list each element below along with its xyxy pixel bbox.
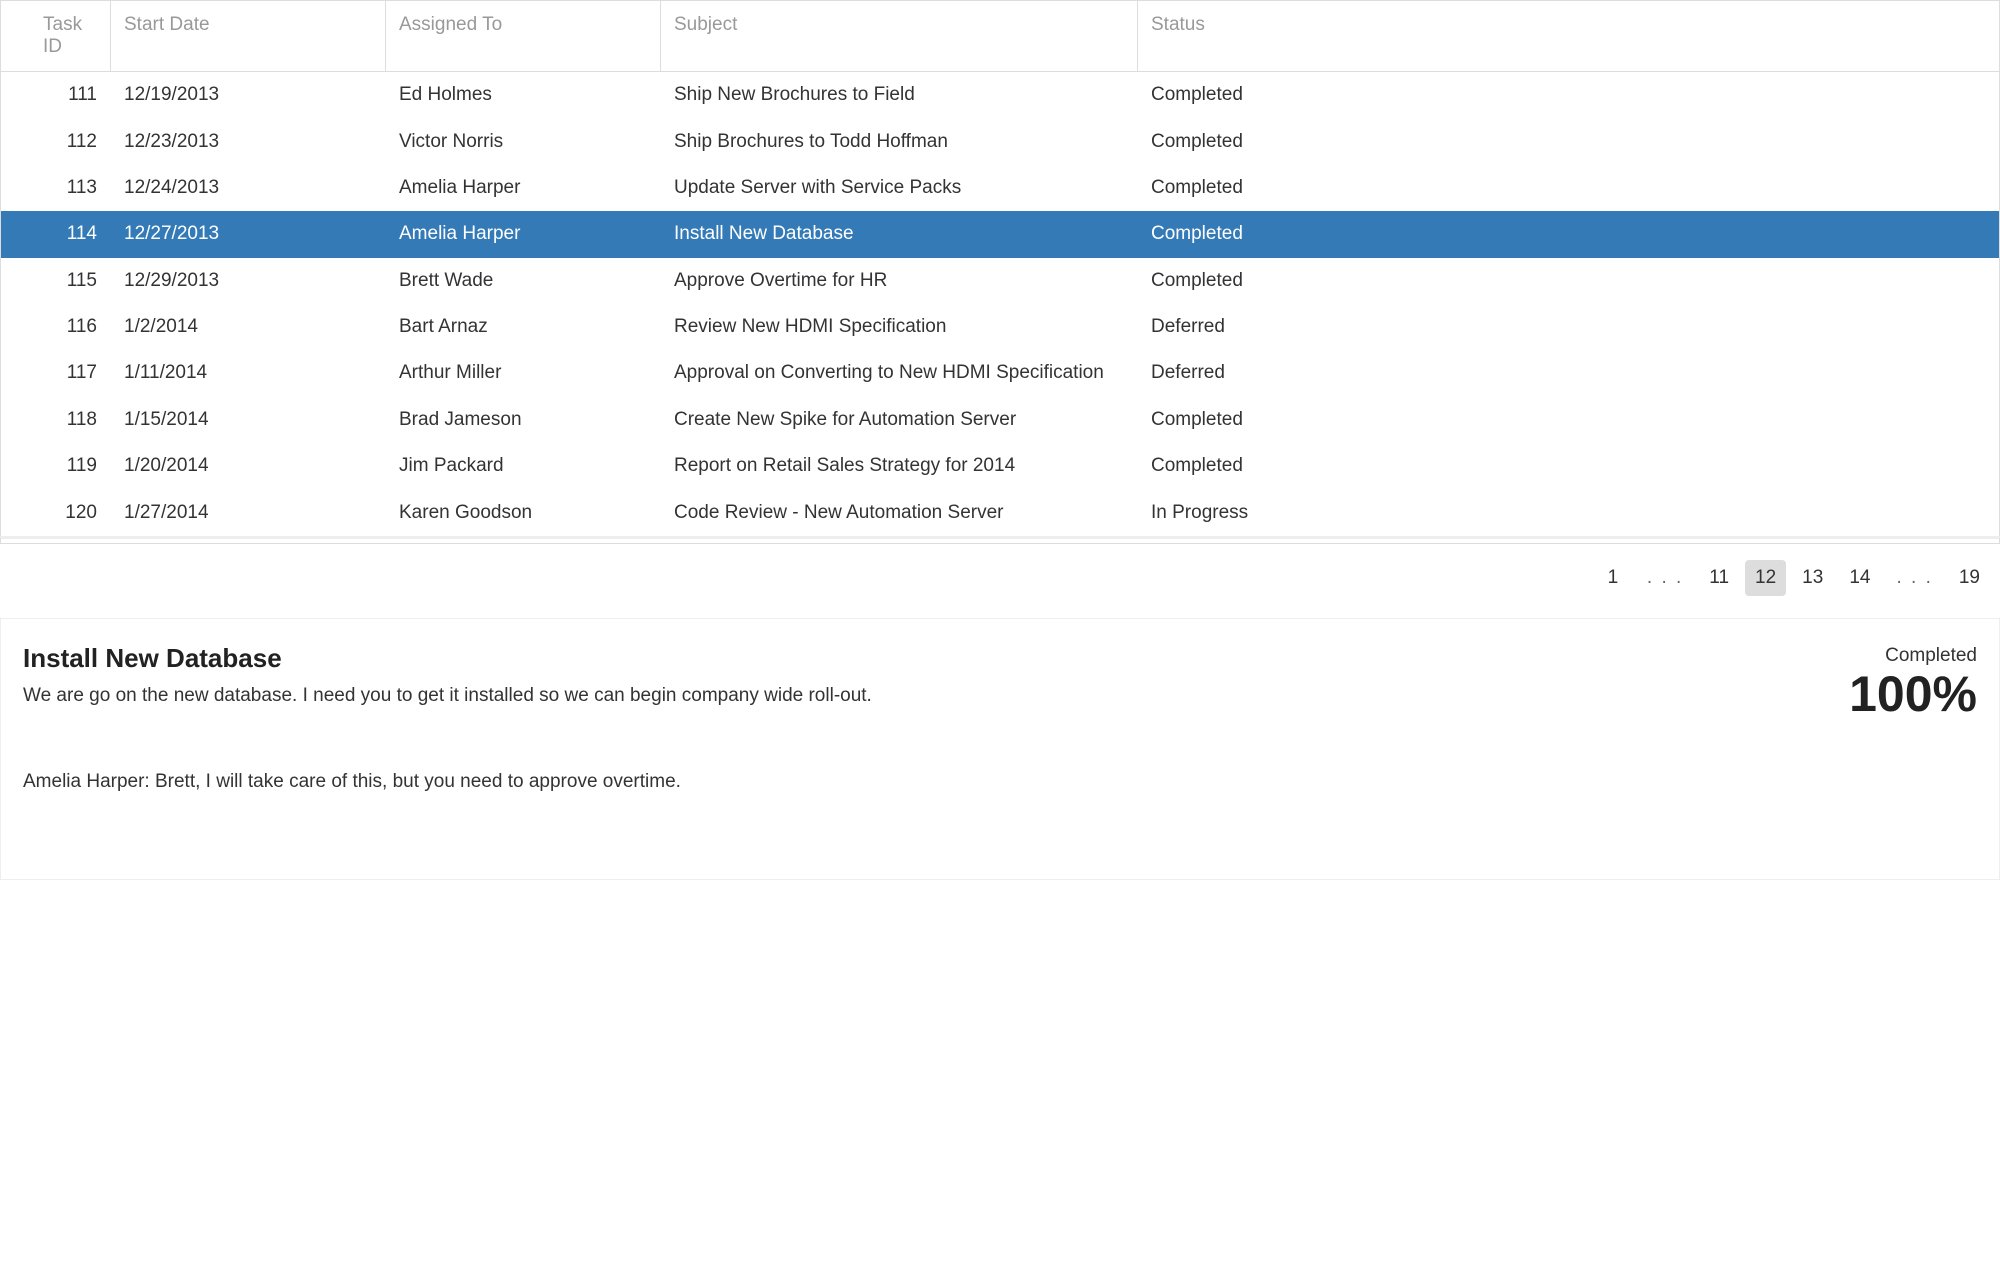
pager-page[interactable]: 11 — [1699, 560, 1739, 596]
cell-subject: Report on Retail Sales Strategy for 2014 — [661, 443, 1138, 489]
task-detail-panel: Install New Database We are go on the ne… — [0, 618, 2000, 880]
grid-footer-bar — [0, 536, 2000, 544]
cell-subject: Approval on Converting to New HDMI Speci… — [661, 350, 1138, 396]
cell-task-id: 112 — [1, 118, 111, 164]
cell-task-id: 114 — [1, 211, 111, 257]
cell-task-id: 115 — [1, 258, 111, 304]
pager-ellipsis: . . . — [1886, 560, 1942, 596]
cell-subject: Ship New Brochures to Field — [661, 72, 1138, 118]
cell-subject: Update Server with Service Packs — [661, 165, 1138, 211]
cell-start-date: 12/24/2013 — [111, 165, 386, 211]
cell-start-date: 1/15/2014 — [111, 397, 386, 443]
cell-status: Deferred — [1138, 304, 1366, 350]
table-row[interactable]: 11512/29/2013Brett WadeApprove Overtime … — [1, 258, 1999, 304]
cell-task-id: 117 — [1, 350, 111, 396]
cell-assigned-to: Brett Wade — [386, 258, 661, 304]
cell-start-date: 12/27/2013 — [111, 211, 386, 257]
cell-status: Completed — [1138, 443, 1366, 489]
cell-assigned-to: Bart Arnaz — [386, 304, 661, 350]
cell-assigned-to: Ed Holmes — [386, 72, 661, 118]
detail-description: We are go on the new database. I need yo… — [23, 682, 872, 711]
cell-status: Deferred — [1138, 350, 1366, 396]
pager-ellipsis: . . . — [1637, 560, 1693, 596]
cell-subject: Approve Overtime for HR — [661, 258, 1138, 304]
table-row[interactable]: 1161/2/2014Bart ArnazReview New HDMI Spe… — [1, 304, 1999, 350]
table-row[interactable]: 1201/27/2014Karen GoodsonCode Review - N… — [1, 489, 1999, 535]
cell-status: Completed — [1138, 258, 1366, 304]
cell-assigned-to: Amelia Harper — [386, 211, 661, 257]
cell-status: In Progress — [1138, 489, 1366, 535]
detail-progress: 100% — [1849, 667, 1977, 722]
pager-page[interactable]: 1 — [1595, 560, 1631, 596]
cell-subject: Create New Spike for Automation Server — [661, 397, 1138, 443]
grid-header: Task ID Start Date Assigned To Subject S… — [1, 1, 1999, 72]
table-row[interactable]: 11112/19/2013Ed HolmesShip New Brochures… — [1, 72, 1999, 118]
cell-start-date: 1/27/2014 — [111, 489, 386, 535]
cell-start-date: 1/2/2014 — [111, 304, 386, 350]
cell-assigned-to: Jim Packard — [386, 443, 661, 489]
table-row[interactable]: 1181/15/2014Brad JamesonCreate New Spike… — [1, 397, 1999, 443]
cell-task-id: 119 — [1, 443, 111, 489]
table-row[interactable]: 1171/11/2014Arthur MillerApproval on Con… — [1, 350, 1999, 396]
column-header-start-date[interactable]: Start Date — [111, 1, 386, 71]
cell-task-id: 118 — [1, 397, 111, 443]
table-row[interactable]: 11212/23/2013Victor NorrisShip Brochures… — [1, 118, 1999, 164]
detail-left: Install New Database We are go on the ne… — [23, 643, 872, 797]
column-header-status[interactable]: Status — [1138, 1, 1366, 71]
cell-subject: Install New Database — [661, 211, 1138, 257]
cell-assigned-to: Amelia Harper — [386, 165, 661, 211]
cell-task-id: 120 — [1, 489, 111, 535]
cell-subject: Ship Brochures to Todd Hoffman — [661, 118, 1138, 164]
cell-status: Completed — [1138, 118, 1366, 164]
cell-status: Completed — [1138, 72, 1366, 118]
cell-subject: Code Review - New Automation Server — [661, 489, 1138, 535]
cell-task-id: 113 — [1, 165, 111, 211]
detail-title: Install New Database — [23, 643, 872, 674]
cell-start-date: 12/29/2013 — [111, 258, 386, 304]
cell-status: Completed — [1138, 165, 1366, 211]
detail-notes: Amelia Harper: Brett, I will take care o… — [23, 768, 872, 797]
cell-assigned-to: Victor Norris — [386, 118, 661, 164]
table-row[interactable]: 1191/20/2014Jim PackardReport on Retail … — [1, 443, 1999, 489]
detail-status: Completed — [1849, 645, 1977, 667]
task-grid: Task ID Start Date Assigned To Subject S… — [0, 0, 2000, 536]
cell-assigned-to: Brad Jameson — [386, 397, 661, 443]
cell-task-id: 116 — [1, 304, 111, 350]
pager-page[interactable]: 14 — [1839, 560, 1880, 596]
cell-assigned-to: Karen Goodson — [386, 489, 661, 535]
cell-start-date: 12/23/2013 — [111, 118, 386, 164]
cell-start-date: 1/11/2014 — [111, 350, 386, 396]
column-header-task-id[interactable]: Task ID — [1, 1, 111, 71]
pager-page[interactable]: 13 — [1792, 560, 1833, 596]
grid-body: 11112/19/2013Ed HolmesShip New Brochures… — [1, 72, 1999, 536]
cell-subject: Review New HDMI Specification — [661, 304, 1138, 350]
cell-assigned-to: Arthur Miller — [386, 350, 661, 396]
table-row[interactable]: 11312/24/2013Amelia HarperUpdate Server … — [1, 165, 1999, 211]
pager-page[interactable]: 19 — [1949, 560, 1990, 596]
column-header-assigned-to[interactable]: Assigned To — [386, 1, 661, 71]
pager: 1. . .11121314. . .19 — [0, 544, 2000, 612]
detail-right: Completed 100% — [1849, 643, 1977, 722]
table-row[interactable]: 11412/27/2013Amelia HarperInstall New Da… — [1, 211, 1999, 257]
cell-start-date: 12/19/2013 — [111, 72, 386, 118]
pager-page[interactable]: 12 — [1745, 560, 1786, 596]
cell-task-id: 111 — [1, 72, 111, 118]
cell-start-date: 1/20/2014 — [111, 443, 386, 489]
column-header-subject[interactable]: Subject — [661, 1, 1138, 71]
cell-status: Completed — [1138, 397, 1366, 443]
cell-status: Completed — [1138, 211, 1366, 257]
